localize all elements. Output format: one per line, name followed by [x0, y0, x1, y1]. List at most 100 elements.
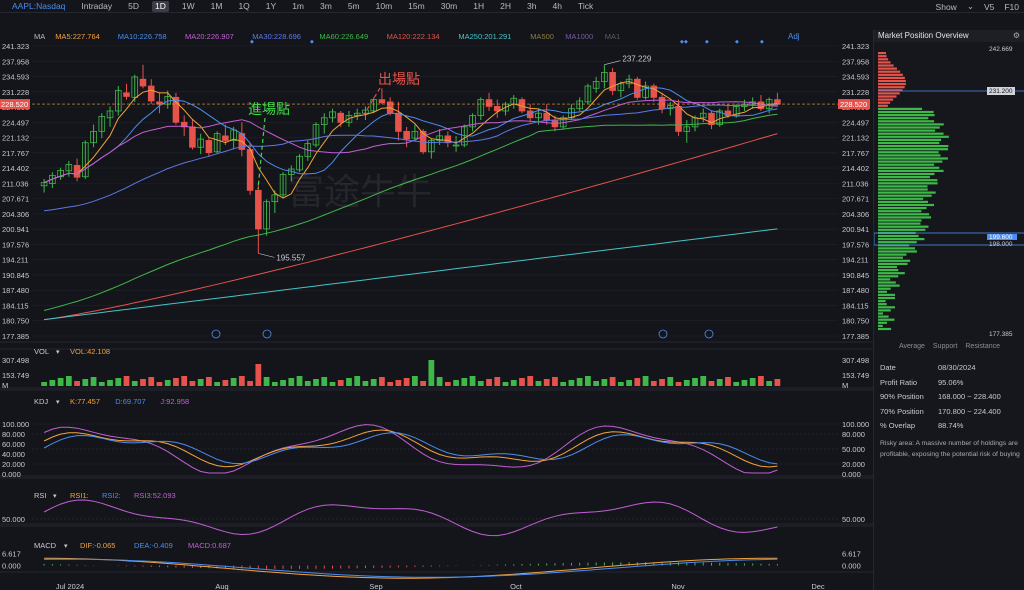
stock-chart-app: AAPL:Nasdaq Intraday 5D 1D 1W 1M 1Q 1Y 1m 3m 5m 10… — [0, 0, 1024, 590]
ma-legend-ma: MA — [34, 32, 45, 41]
y-tick-label-right: 214.402 — [842, 164, 869, 173]
timeframe-tab[interactable]: Tick — [575, 1, 596, 12]
x-axis-label: Nov — [671, 582, 685, 590]
timeframe-tab[interactable]: 5m — [345, 1, 363, 12]
stat-row: 70% Position 170.800 ~ 224.400 — [880, 405, 1020, 420]
volume-bar — [700, 376, 707, 386]
chevron-down-icon[interactable]: ⌄ — [967, 1, 974, 12]
y-tick-label: 214.402 — [2, 164, 29, 173]
candle-down — [609, 72, 616, 91]
profit-holding-bar — [878, 176, 930, 179]
volume-bar — [354, 376, 361, 386]
volume-bar — [543, 379, 550, 386]
y-tick-label-right: 207.671 — [842, 195, 869, 204]
timeframe-tab[interactable]: Intraday — [78, 1, 115, 12]
profit-holding-bar — [878, 185, 928, 188]
profit-holding-bar — [878, 132, 944, 135]
profit-holding-bar — [878, 250, 917, 253]
profit-holding-bar — [878, 126, 940, 129]
volume-bar — [758, 376, 764, 386]
vol-value: VOL:42.108 — [70, 347, 110, 356]
legend-average: Average — [898, 343, 925, 350]
volume-bar — [436, 377, 443, 386]
timeframe-tab[interactable]: 1D — [152, 0, 169, 12]
volume-bar — [296, 376, 303, 386]
volume-bar — [749, 378, 756, 386]
profit-holding-bar — [878, 114, 935, 117]
y-tick-label-right: 237.958 — [842, 57, 869, 66]
timeframe-tab[interactable]: 30m — [438, 1, 461, 12]
profit-holding-bar — [878, 110, 934, 114]
ma-legend-ma120: MA120:222.134 — [387, 32, 440, 41]
timeframe-tab[interactable]: 1Q — [235, 1, 252, 12]
volume-bar — [123, 376, 130, 386]
profit-holding-bar — [878, 222, 921, 225]
volume-bar — [346, 378, 352, 386]
x-axis-label: Jul 2024 — [56, 582, 84, 590]
risk-note: Risky area: A massive number of holdings… — [880, 439, 1020, 458]
ticker-label[interactable]: AAPL:Nasdaq — [12, 1, 65, 11]
stat-key: 90% Position — [880, 392, 924, 401]
v5-button[interactable]: V5 — [984, 2, 994, 12]
rsi-series-label: RSI2: — [102, 491, 121, 500]
ma-legend-ma20: MA20:226.907 — [185, 32, 234, 41]
ma-legend-ma5: MA5:227.764 — [55, 32, 100, 41]
profit-holding-bar — [878, 315, 889, 318]
candle-down — [123, 92, 130, 97]
profit-holding-bar — [878, 141, 940, 145]
kdj-tick: 60.000 — [2, 440, 25, 449]
candle-down — [147, 85, 155, 102]
timeframe-tab[interactable]: 1Y — [263, 1, 279, 12]
loss-holding-bar — [878, 73, 903, 76]
timeframe-tab[interactable]: 1W — [179, 1, 198, 12]
profit-holding-bar — [878, 120, 935, 123]
event-marker: ◆ — [310, 39, 314, 45]
timeframe-tab[interactable]: 1M — [208, 1, 226, 12]
vol-tick-right: 307.498 — [842, 356, 869, 365]
timeframe-tab[interactable]: 2H — [497, 1, 514, 12]
event-marker: ◆ — [250, 39, 254, 45]
loss-holding-bar — [878, 95, 897, 98]
volume-bar — [692, 378, 698, 386]
volume-bar — [675, 382, 682, 386]
profit-holding-bar — [878, 123, 944, 126]
ma-legend-ma10: MA10:226.758 — [118, 32, 167, 41]
rsi-chevron-icon: ▾ — [53, 493, 57, 500]
f10-button[interactable]: F10 — [1004, 2, 1019, 12]
ma-legend-ma60: MA60:226.649 — [319, 32, 368, 41]
timeframe-tab[interactable]: 5D — [125, 1, 142, 12]
volume-bar — [362, 381, 369, 386]
profit-holding-bar — [878, 107, 923, 110]
candle-down — [172, 96, 180, 123]
profit-holding-bar — [878, 284, 900, 287]
y-tick-label-right: 231.228 — [842, 88, 869, 97]
loss-holding-bar — [878, 98, 894, 101]
timeframe-tab[interactable]: 1H — [470, 1, 487, 12]
macd-legend: MACD — [34, 541, 57, 550]
timeframe-tab[interactable]: 3m — [317, 1, 335, 12]
y-tick-label-right: 221.132 — [842, 134, 869, 143]
stat-key: % Overlap — [880, 421, 916, 430]
toolbar-right: Show ⌄ V5 F10 — [936, 0, 1019, 13]
event-marker: ◆ — [680, 39, 684, 45]
volume-bar — [148, 377, 155, 386]
profit-holding-bar — [878, 256, 903, 259]
profit-holding-bar — [878, 278, 891, 281]
gear-icon[interactable]: ⚙ — [1013, 30, 1020, 42]
ma-legend-ma250: MA250:201.291 — [458, 32, 511, 41]
profit-holding-bar — [878, 200, 929, 203]
rsi-tick-right: 50.000 — [842, 515, 865, 524]
candle-down — [658, 96, 666, 110]
show-menu-button[interactable]: Show — [936, 2, 957, 12]
y-tick-label: 190.845 — [2, 271, 29, 280]
high-label: 237.229 — [622, 55, 651, 64]
stat-row: % Overlap 88.74% — [880, 419, 1020, 434]
volume-bar — [271, 382, 278, 386]
chart-area[interactable]: MA MA5:227.764 MA10:226.758 MA20:226.907 MA3… — [0, 14, 873, 590]
timeframe-tab[interactable]: 4h — [549, 1, 564, 12]
y-tick-label-right: 224.497 — [842, 118, 869, 127]
timeframe-tab[interactable]: 1m — [289, 1, 307, 12]
timeframe-tab[interactable]: 15m — [405, 1, 428, 12]
timeframe-tab[interactable]: 3h — [524, 1, 539, 12]
timeframe-tab[interactable]: 10m — [373, 1, 396, 12]
